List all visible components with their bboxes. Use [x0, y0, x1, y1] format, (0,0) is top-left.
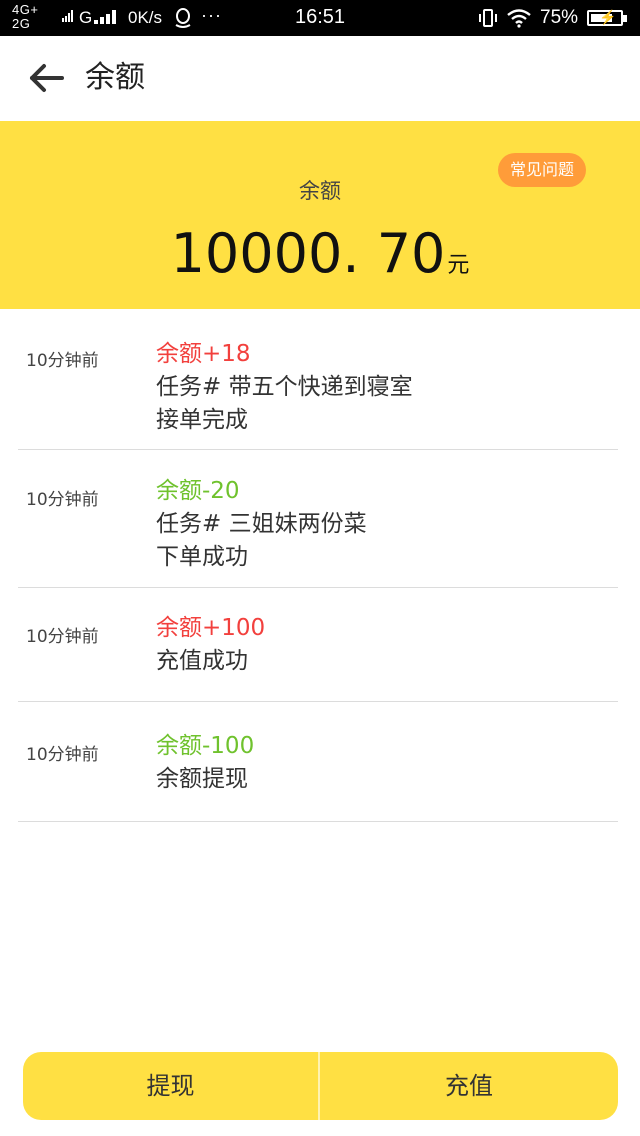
list-item[interactable]: 10分钟前 余额+100 充值成功 [18, 588, 618, 702]
list-item[interactable]: 10分钟前 余额-100 余额提现 [18, 702, 618, 822]
record-description: 任务# 三姐妹两份菜 [156, 511, 367, 537]
record-status: 接单完成 [156, 407, 248, 433]
record-description: 充值成功 [156, 648, 248, 674]
balance-card: 常见问题 余额 10000. 70元 [0, 121, 640, 309]
recharge-button[interactable]: 充值 [320, 1052, 618, 1120]
app-header: 余额 [0, 36, 640, 121]
action-bar: 提现 充值 [23, 1052, 618, 1120]
record-change: 余额+100 [156, 615, 266, 641]
record-time: 10分钟前 [26, 745, 99, 765]
withdraw-button[interactable]: 提现 [23, 1052, 318, 1120]
battery-percentage: 75% [540, 7, 579, 28]
record-status: 下单成功 [156, 544, 248, 570]
record-time: 10分钟前 [26, 627, 99, 647]
record-body: 余额-100 余额提现 [156, 730, 254, 796]
page-title: 余额 [85, 60, 145, 95]
vibrate-icon [479, 9, 497, 27]
list-item[interactable]: 10分钟前 余额+18 任务# 带五个快递到寝室 接单完成 [18, 309, 618, 450]
battery-icon: ⚡ [587, 9, 627, 26]
wifi-icon [507, 9, 531, 28]
record-body: 余额+18 任务# 带五个快递到寝室 接单完成 [156, 338, 413, 437]
status-bar: 4G+ 2G G 0K/s ··· 16:51 75% ⚡ [0, 0, 640, 36]
record-change: 余额-20 [156, 478, 240, 504]
balance-unit: 元 [447, 253, 470, 278]
record-body: 余额+100 充值成功 [156, 612, 265, 678]
balance-amount: 10000. 70元 [0, 219, 640, 289]
record-change: 余额-100 [156, 733, 255, 759]
record-description: 任务# 带五个快递到寝室 [156, 374, 413, 400]
charging-icon: ⚡ [599, 9, 617, 25]
record-change: 余额+18 [156, 341, 251, 367]
record-body: 余额-20 任务# 三姐妹两份菜 下单成功 [156, 475, 367, 574]
list-item[interactable]: 10分钟前 余额-20 任务# 三姐妹两份菜 下单成功 [18, 450, 618, 588]
record-time: 10分钟前 [26, 351, 99, 371]
balance-label: 余额 [299, 179, 341, 203]
record-time: 10分钟前 [26, 490, 99, 510]
balance-record-list: 10分钟前 余额+18 任务# 带五个快递到寝室 接单完成 10分钟前 余额-2… [18, 309, 618, 822]
record-description: 余额提现 [156, 766, 248, 792]
back-arrow-icon[interactable] [28, 60, 68, 96]
balance-value: 10000. 70 [170, 222, 446, 285]
